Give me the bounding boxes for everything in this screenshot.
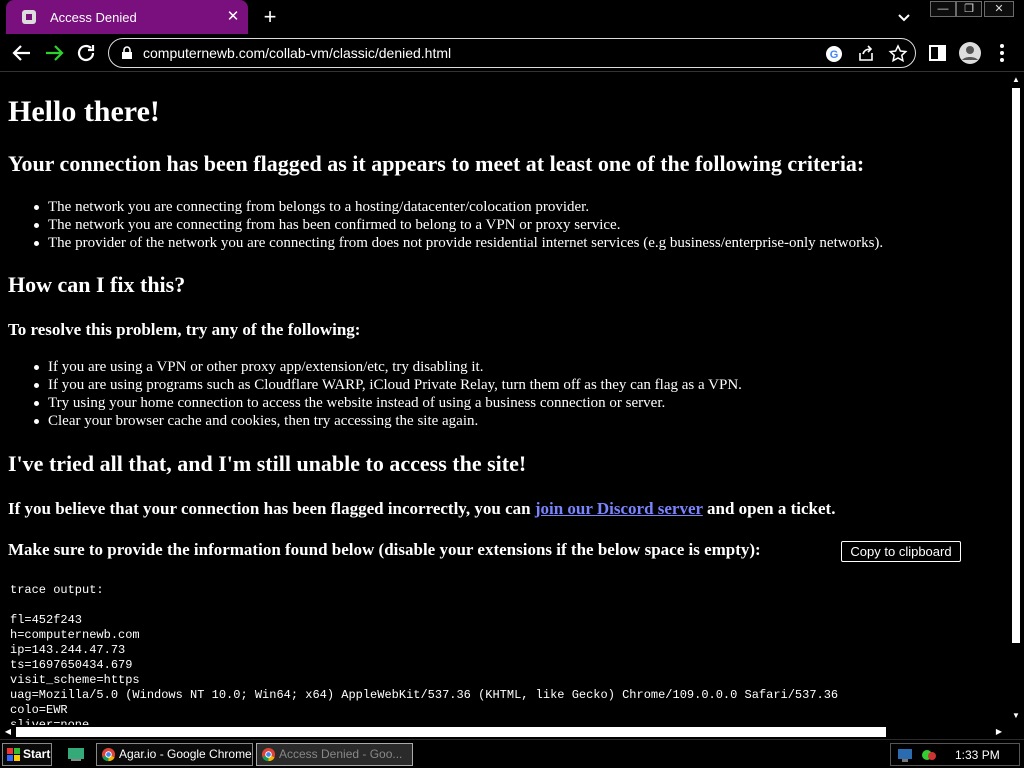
scroll-right-arrow-icon[interactable]: ▶ <box>994 727 1004 737</box>
criteria-list: The network you are connecting from belo… <box>30 198 883 252</box>
scrollbar-corner <box>1008 725 1024 739</box>
page-content: Hello there! Your connection has been fl… <box>0 73 1008 725</box>
list-item: The network you are connecting from belo… <box>30 198 883 216</box>
ticket-text-post: and open a ticket. <box>702 499 836 518</box>
resolve-heading: To resolve this problem, try any of the … <box>8 320 361 339</box>
list-item: If you are using a VPN or other proxy ap… <box>30 358 742 376</box>
new-tab-button[interactable]: + <box>258 6 282 28</box>
ticket-text-pre: If you believe that your connection has … <box>8 499 535 518</box>
lock-icon[interactable] <box>120 46 134 60</box>
list-item: Clear your browser cache and cookies, th… <box>30 412 742 430</box>
windows-flag-icon <box>7 748 20 761</box>
copy-to-clipboard-button[interactable]: Copy to clipboard <box>841 541 961 562</box>
forward-arrow-icon[interactable] <box>42 41 66 65</box>
list-item: The network you are connecting from has … <box>30 216 883 234</box>
tab-favicon-icon <box>22 10 36 24</box>
minimize-button[interactable]: — <box>930 1 956 17</box>
trace-output[interactable]: trace output: fl=452f243 h=computernewb.… <box>10 583 838 725</box>
scroll-up-arrow-icon[interactable]: ▲ <box>1011 75 1021 85</box>
chrome-icon <box>101 747 116 762</box>
bookmark-star-icon[interactable] <box>888 44 908 64</box>
tray-app-icon[interactable] <box>921 747 937 763</box>
fix-heading: How can I fix this? <box>8 272 186 297</box>
ticket-paragraph: If you believe that your connection has … <box>8 499 835 519</box>
vertical-scrollbar[interactable]: ▲ ▼ <box>1008 73 1024 725</box>
scroll-left-arrow-icon[interactable]: ◀ <box>3 727 13 737</box>
browser-toolbar: computernewb.com/collab-vm/classic/denie… <box>0 34 1024 72</box>
start-label: Start <box>23 747 51 761</box>
more-menu-icon[interactable] <box>990 41 1014 65</box>
taskbar: Start Agar.io - Google Chrome Access Den… <box>0 739 1024 768</box>
clock: 1:33 PM <box>955 748 1000 762</box>
tried-heading: I've tried all that, and I'm still unabl… <box>8 451 527 476</box>
tab-close-icon[interactable]: ✕ <box>224 8 242 26</box>
page-title: Hello there! <box>8 95 160 128</box>
restore-button[interactable]: ❐ <box>956 1 982 17</box>
close-window-button[interactable]: ✕ <box>984 1 1014 17</box>
quick-launch-icon[interactable] <box>66 745 86 763</box>
tab-strip: Access Denied ✕ + — ❐ ✕ <box>0 0 1024 34</box>
list-item: Try using your home connection to access… <box>30 394 742 412</box>
share-icon[interactable] <box>856 44 876 64</box>
flagged-heading: Your connection has been flagged as it a… <box>8 151 865 176</box>
side-panel-icon[interactable] <box>926 41 950 65</box>
scroll-down-arrow-icon[interactable]: ▼ <box>1011 711 1021 721</box>
profile-avatar-icon[interactable] <box>958 41 982 65</box>
system-tray: 1:33 PM <box>890 743 1020 766</box>
back-arrow-icon[interactable] <box>10 41 34 65</box>
taskbar-item-agario[interactable]: Agar.io - Google Chrome <box>96 743 253 766</box>
info-paragraph: Make sure to provide the information fou… <box>8 540 761 559</box>
taskbar-item-label: Access Denied - Goo... <box>279 747 403 761</box>
network-tray-icon[interactable] <box>897 747 913 763</box>
fixes-list: If you are using a VPN or other proxy ap… <box>30 358 742 430</box>
chrome-icon <box>261 747 276 762</box>
tab-title: Access Denied <box>50 10 137 25</box>
start-button[interactable]: Start <box>2 743 52 766</box>
taskbar-item-access-denied[interactable]: Access Denied - Goo... <box>256 743 413 766</box>
horizontal-scrollbar[interactable]: ◀ ▶ <box>0 725 1008 739</box>
discord-link[interactable]: join our Discord server <box>535 499 703 518</box>
list-item: The provider of the network you are conn… <box>30 234 883 252</box>
url-text[interactable]: computernewb.com/collab-vm/classic/denie… <box>143 45 451 61</box>
horizontal-scroll-thumb[interactable] <box>16 727 886 737</box>
google-translate-icon[interactable]: G <box>824 44 844 64</box>
taskbar-item-label: Agar.io - Google Chrome <box>119 747 252 761</box>
vertical-scroll-thumb[interactable] <box>1012 88 1020 643</box>
list-item: If you are using programs such as Cloudf… <box>30 376 742 394</box>
address-bar[interactable]: computernewb.com/collab-vm/classic/denie… <box>108 38 916 68</box>
svg-text:G: G <box>830 49 839 61</box>
reload-icon[interactable] <box>74 41 98 65</box>
tab-search-chevron-icon[interactable] <box>893 8 915 28</box>
tab-access-denied[interactable]: Access Denied ✕ <box>6 0 248 34</box>
